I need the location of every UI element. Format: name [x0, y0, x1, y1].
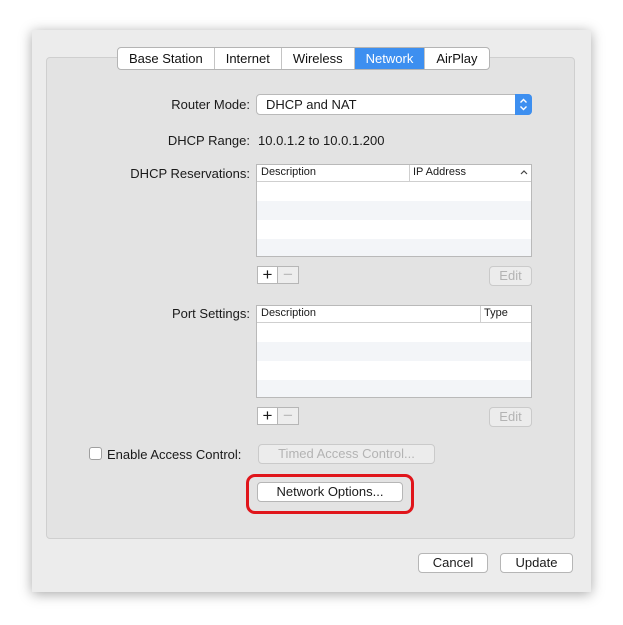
- tab-internet[interactable]: Internet: [215, 48, 282, 69]
- tab-base-station[interactable]: Base Station: [118, 48, 215, 69]
- dhcp-reservations-label: DHCP Reservations:: [130, 166, 250, 181]
- network-panel: [46, 57, 575, 539]
- tab-bar: Base Station Internet Wireless Network A…: [117, 47, 490, 70]
- dhcp-reservations-table[interactable]: Description IP Address: [256, 164, 532, 257]
- router-mode-select[interactable]: DHCP and NAT: [256, 94, 532, 115]
- port-settings-table[interactable]: Description Type: [256, 305, 532, 398]
- port-settings-label: Port Settings:: [171, 306, 250, 321]
- table-row: [257, 342, 531, 361]
- table-row: [257, 182, 531, 201]
- port-add-remove-control: + −: [257, 407, 299, 427]
- dhcp-add-button[interactable]: +: [257, 266, 278, 284]
- table-row: [257, 239, 531, 256]
- dhcp-range-label: DHCP Range:: [167, 133, 250, 148]
- enable-access-control-label: Enable Access Control:: [107, 447, 242, 462]
- table-header: Description Type: [257, 306, 531, 323]
- enable-access-control-checkbox[interactable]: [89, 447, 102, 460]
- tab-network[interactable]: Network: [354, 48, 426, 69]
- cancel-button[interactable]: Cancel: [418, 553, 488, 573]
- column-description[interactable]: Description: [261, 307, 316, 319]
- router-mode-label: Router Mode:: [171, 97, 250, 112]
- update-button[interactable]: Update: [500, 553, 573, 573]
- dhcp-add-remove-control: + −: [257, 266, 299, 286]
- highlight-annotation: [246, 474, 414, 514]
- port-remove-button[interactable]: −: [278, 407, 299, 425]
- tab-wireless[interactable]: Wireless: [282, 48, 355, 69]
- chevron-up-icon: [519, 165, 529, 182]
- tab-airplay[interactable]: AirPlay: [425, 48, 488, 69]
- port-edit-button[interactable]: Edit: [489, 407, 532, 427]
- dhcp-remove-button[interactable]: −: [278, 266, 299, 284]
- column-type[interactable]: Type: [484, 307, 508, 319]
- table-row: [257, 323, 531, 342]
- up-down-chevron-icon: [515, 94, 532, 115]
- table-row: [257, 220, 531, 239]
- table-header: Description IP Address: [257, 165, 531, 182]
- table-row: [257, 201, 531, 220]
- dhcp-edit-button[interactable]: Edit: [489, 266, 532, 286]
- table-row: [257, 380, 531, 397]
- timed-access-control-button[interactable]: Timed Access Control...: [258, 444, 435, 464]
- port-add-button[interactable]: +: [257, 407, 278, 425]
- table-row: [257, 361, 531, 380]
- router-mode-value: DHCP and NAT: [266, 97, 357, 112]
- column-description[interactable]: Description: [261, 166, 316, 178]
- column-ip-address[interactable]: IP Address: [413, 166, 466, 178]
- dhcp-range-value: 10.0.1.2 to 10.0.1.200: [258, 133, 385, 148]
